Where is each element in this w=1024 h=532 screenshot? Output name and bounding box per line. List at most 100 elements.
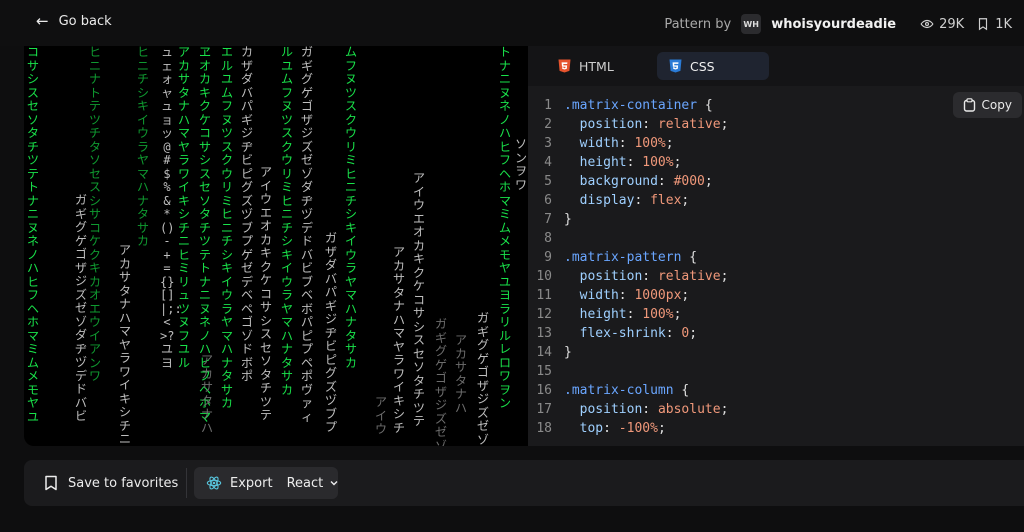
export-button[interactable]: Export — [194, 475, 273, 491]
code-token: ; — [657, 421, 666, 436]
code-line: 6 display: flex; — [528, 191, 1024, 210]
line-number: 9 — [544, 250, 552, 265]
code-token: flex-shrink — [564, 326, 666, 341]
line-number: 18 — [536, 421, 552, 436]
line-number: 4 — [544, 155, 552, 170]
eye-icon — [920, 19, 934, 29]
code-token: position — [564, 269, 643, 284]
go-back-label: Go back — [58, 14, 112, 29]
code-token: : — [634, 193, 651, 208]
pattern-preview: コサシスセソタチツテトナニヌネノハヒフヘホマミムメモヤユ ガギグゲゴザジズゼゾダヂ… — [24, 46, 528, 446]
matrix-column: アカサタナハマヤラワイキシチ — [392, 245, 405, 435]
code-token: 100% — [642, 155, 674, 170]
saves-count: 1K — [995, 16, 1012, 32]
code-token: -100% — [618, 421, 658, 436]
go-back-button[interactable]: ← Go back — [36, 14, 112, 30]
save-to-favorites-button[interactable]: Save to favorites — [44, 471, 178, 495]
code-token: height — [564, 155, 627, 170]
matrix-column: アイウエオカキクケコサシスセソタチツテ — [259, 165, 272, 422]
code-line: 8 — [528, 229, 1024, 248]
code-token: relative — [657, 269, 721, 284]
bookmark-icon — [45, 475, 57, 491]
code-token: : — [626, 155, 643, 170]
code-line: 3 width: 100%; — [528, 134, 1024, 153]
views-count: 29K — [939, 16, 965, 32]
code-token: ; — [681, 288, 690, 303]
matrix-column: カザダバパギジヂビピグズヅブプゲゼデベペゴゾドボポ — [240, 46, 253, 383]
framework-label: React — [286, 475, 324, 491]
code-line: 5 background: #000; — [528, 172, 1024, 191]
code-token: : — [657, 174, 674, 189]
matrix-column: アカサタナハマヤラワイキシチニヒミリイキシチ — [118, 243, 131, 446]
code-token: absolute — [657, 402, 721, 417]
code-token: ; — [681, 193, 690, 208]
matrix-column: ムフヌツスクウリミヒニチシキイウラヤマハナタサカ — [344, 46, 357, 370]
code-token: } — [564, 212, 572, 227]
code-token: : — [618, 136, 635, 151]
code-token: .matrix-pattern — [564, 250, 682, 265]
bottom-toolbar: Save to favorites Export React — [24, 460, 1024, 506]
code-token: background — [564, 174, 658, 189]
line-number: 3 — [544, 136, 552, 151]
matrix-column: ガギグゲゴザジズゼゾダヂヅデドバビ — [74, 193, 87, 423]
line-number: 16 — [536, 383, 552, 398]
pattern-by-label: Pattern by — [664, 16, 732, 32]
code-line: 9 .matrix-pattern { — [528, 248, 1024, 267]
bookmark-icon — [979, 18, 988, 31]
line-number: 15 — [536, 364, 552, 379]
code-token: ; — [689, 326, 698, 341]
code-line: 15 — [528, 362, 1024, 381]
html5-icon — [558, 59, 571, 73]
code-token: { — [697, 98, 713, 113]
code-token: top — [564, 421, 604, 436]
code-token: : — [665, 326, 682, 341]
code-token: : — [603, 421, 619, 436]
code-token: relative — [657, 117, 721, 132]
code-line: 7} — [528, 210, 1024, 229]
export-group: Export React — [194, 467, 338, 499]
code-line: 4 height: 100%; — [528, 153, 1024, 172]
code-token: height — [564, 307, 627, 322]
code-line: 14} — [528, 343, 1024, 362]
line-number: 14 — [536, 345, 552, 360]
line-number: 7 — [544, 212, 552, 227]
tab-css[interactable]: CSS — [657, 52, 769, 80]
line-number: 8 — [544, 231, 552, 246]
avatar[interactable]: WH — [741, 14, 762, 34]
react-icon — [206, 476, 222, 490]
matrix-column: トナニヌネノハヒフヘホマミムメモヤユヨラリルレロワヲン — [498, 46, 511, 410]
top-bar: ← Go back Pattern by WH whoisyourdeadie … — [0, 0, 1024, 46]
code-token: : — [642, 269, 658, 284]
matrix-column: ソンヲワ — [514, 137, 527, 192]
framework-select[interactable]: React — [287, 476, 340, 491]
code-token: width — [564, 288, 619, 303]
code-token: width — [564, 136, 619, 151]
code-token: { — [673, 383, 690, 398]
code-token: : — [642, 117, 658, 132]
tab-html-label: HTML — [579, 58, 614, 74]
code-token: ; — [720, 269, 729, 284]
line-number: 5 — [544, 174, 552, 189]
matrix-column: アイウエオカキクケコサシスセソタチツテ — [412, 171, 425, 428]
tab-css-label: CSS — [690, 58, 715, 74]
code-line: 16 .matrix-column { — [528, 381, 1024, 400]
code-token: ; — [673, 155, 682, 170]
matrix-column: エルユムフヌツスクウリミヒニチシキイウラヤマハナタサカ — [220, 46, 233, 410]
code-token: : — [626, 307, 643, 322]
code-line: 13 flex-shrink: 0; — [528, 324, 1024, 343]
line-number: 1 — [544, 98, 552, 113]
tab-html[interactable]: HTML — [546, 52, 626, 80]
views-stat: 29K — [920, 17, 964, 32]
line-number: 12 — [536, 307, 552, 322]
code-token: flex — [650, 193, 682, 208]
matrix-column: ガギグゲゴザジズゼゾダ — [434, 317, 447, 446]
pattern-meta: Pattern by WH whoisyourdeadie 29K 1K — [664, 12, 1024, 36]
line-number: 11 — [536, 288, 552, 303]
matrix-column: コサシスセソタチツテトナニヌネノハヒフヘホマミムメモヤユ — [26, 46, 39, 424]
saves-stat[interactable]: 1K — [976, 17, 1012, 32]
author-name[interactable]: whoisyourdeadie — [771, 17, 896, 32]
code-line: 11 width: 1000px; — [528, 286, 1024, 305]
toolbar-divider — [186, 468, 187, 498]
code-lines[interactable]: 1 .matrix-container {2 position: relative… — [528, 96, 1024, 438]
code-token: 100% — [634, 136, 666, 151]
